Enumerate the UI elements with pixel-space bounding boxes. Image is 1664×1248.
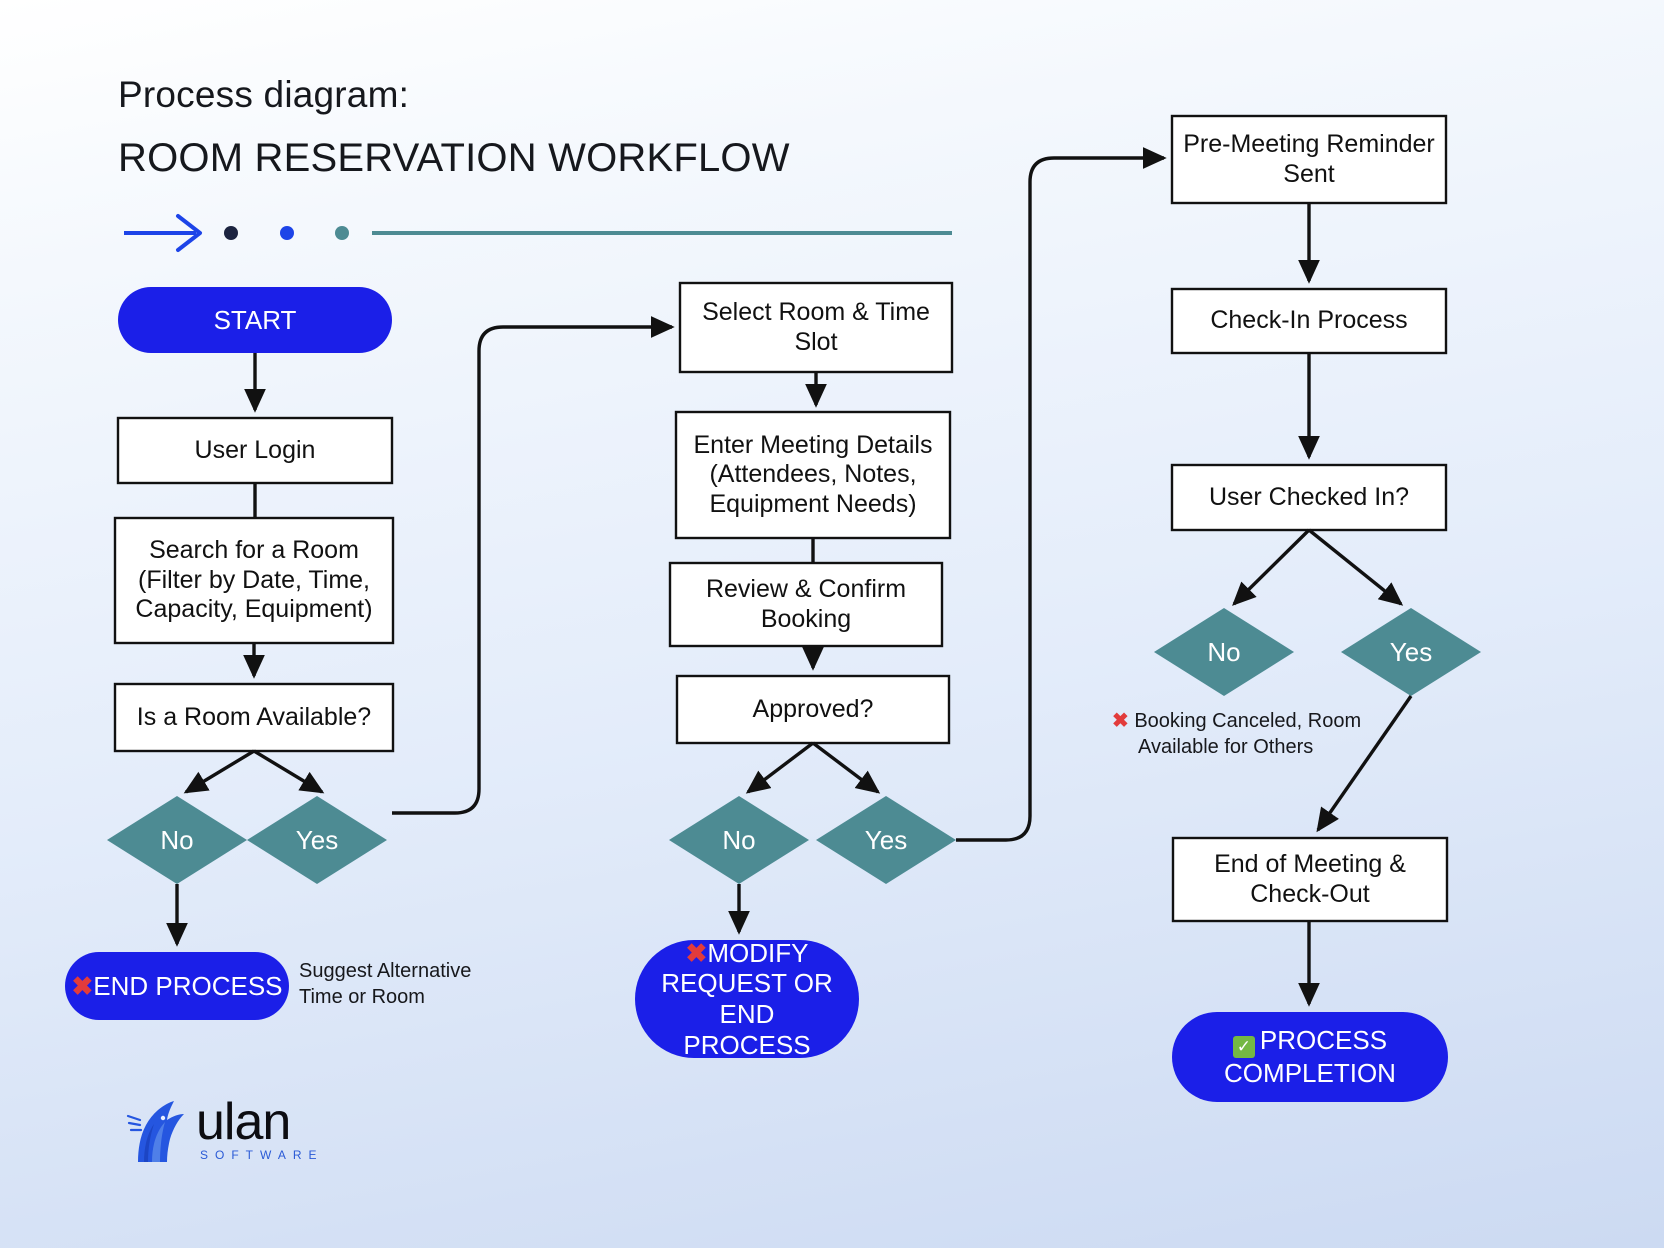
label: Booking Canceled, Room (1134, 710, 1362, 732)
annotation-booking-canceled: ✖ Booking Canceled, Room Available for O… (1112, 708, 1374, 761)
line: Available for Others (1138, 736, 1314, 759)
flowchart-graphics (65, 114, 1481, 1102)
x-mark-icon: ✖ (1112, 710, 1129, 732)
booking-canceled-line-1: ✖ Booking Canceled, Room (1112, 708, 1374, 734)
annotation-suggest-alternative: Suggest Alternative Time or Room (299, 958, 509, 1011)
right-column-shapes (1154, 114, 1481, 1102)
logo-wordmark: ulan (196, 1093, 291, 1151)
logo-tagline: SOFTWARE (200, 1148, 324, 1162)
left-column-shapes (65, 287, 675, 1020)
line: Time or Room (299, 986, 425, 1009)
line: Suggest Alternative (299, 960, 472, 982)
slide-canvas: Process diagram: ROOM RESERVATION WORKFL… (0, 0, 1664, 1248)
decorative-divider (124, 214, 952, 252)
unicorn-logo-icon (126, 1101, 184, 1162)
brand-logo: ulan SOFTWARE (118, 1093, 418, 1166)
middle-column-shapes (635, 147, 1167, 1058)
